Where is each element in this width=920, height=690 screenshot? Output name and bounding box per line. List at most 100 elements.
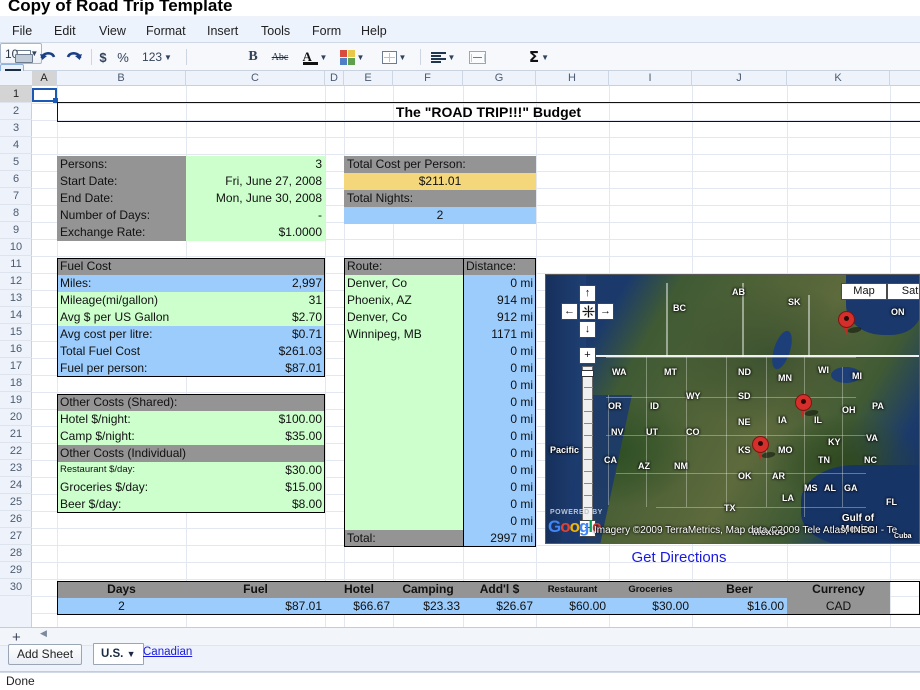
menu-format[interactable]: Format (140, 22, 192, 40)
map-zoom-track[interactable] (582, 366, 593, 521)
route-stop-14[interactable] (344, 513, 463, 530)
borders-button[interactable]: ▼ (378, 47, 410, 67)
route-distance-5[interactable]: 0 mi (463, 360, 536, 377)
currency-format-button[interactable]: $ (96, 47, 110, 67)
individual-cost-label-1[interactable]: Groceries $/day: (57, 479, 186, 496)
map-type-sat-button[interactable]: Sat (887, 283, 919, 300)
menu-edit[interactable]: Edit (48, 22, 82, 40)
totals-value-7[interactable]: $16.00 (692, 598, 787, 615)
cell-c6-value[interactable]: Mon, June 30, 2008 (186, 190, 325, 207)
row-header-20[interactable]: 20 (0, 409, 32, 426)
other-shared-header-spacer[interactable] (186, 394, 325, 411)
fuel-label-2[interactable]: Avg $ per US Gallon (57, 309, 186, 326)
route-stop-6[interactable] (344, 377, 463, 394)
row-header-3[interactable]: 3 (0, 120, 32, 137)
route-distance-8[interactable]: 0 mi (463, 411, 536, 428)
route-distance-11[interactable]: 0 mi (463, 462, 536, 479)
shared-cost-value-1[interactable]: $35.00 (186, 428, 325, 445)
totals-header-1[interactable]: Fuel (186, 581, 325, 598)
route-stop-8[interactable] (344, 411, 463, 428)
row-header-2[interactable]: 2 (0, 103, 32, 120)
shared-cost-label-0[interactable]: Hotel $/night: (57, 411, 186, 428)
route-total-value[interactable]: 2997 mi (463, 530, 536, 547)
individual-cost-value-0[interactable]: $30.00 (186, 462, 325, 479)
route-distance-9[interactable]: 0 mi (463, 428, 536, 445)
route-stop-3[interactable]: Winnipeg, MB (344, 326, 463, 343)
route-stop-2[interactable]: Denver, Co (344, 309, 463, 326)
column-header-H[interactable]: H (536, 71, 609, 86)
other-individual-header-spacer[interactable] (186, 445, 325, 462)
fuel-value-3[interactable]: $0.71 (186, 326, 325, 343)
total-nights-value[interactable]: 2 (344, 207, 536, 224)
map-pan-down-button[interactable]: ↓ (579, 321, 596, 338)
route-stop-13[interactable] (344, 496, 463, 513)
route-stop-4[interactable] (344, 343, 463, 360)
individual-cost-label-0[interactable]: Restaurant $/day: (57, 462, 186, 479)
route-distance-7[interactable]: 0 mi (463, 394, 536, 411)
route-stop-10[interactable] (344, 445, 463, 462)
map-marker-denver[interactable] (795, 394, 821, 420)
active-cell-a1[interactable] (32, 88, 58, 103)
cost-per-person-value[interactable]: $211.01 (344, 173, 536, 190)
fuel-label-1[interactable]: Mileage(mi/gallon) (57, 292, 186, 309)
row-header-18[interactable]: 18 (0, 375, 32, 392)
cell-c8-value[interactable]: $1.0000 (186, 224, 325, 241)
totals-header-4[interactable]: Add'l $ (463, 581, 536, 598)
fuel-label-5[interactable]: Fuel per person: (57, 360, 186, 377)
row-header-30[interactable]: 30 (0, 579, 32, 596)
route-stop-11[interactable] (344, 462, 463, 479)
totals-header-2[interactable]: Hotel (325, 581, 393, 598)
menu-view[interactable]: View (93, 22, 132, 40)
cell-c4-value[interactable]: 3 (186, 156, 325, 173)
column-header-I[interactable]: I (609, 71, 692, 86)
map-marker-winnipeg[interactable] (838, 311, 864, 337)
row-header-7[interactable]: 7 (0, 188, 32, 205)
row-header-25[interactable]: 25 (0, 494, 32, 511)
row-header-15[interactable]: 15 (0, 324, 32, 341)
totals-value-4[interactable]: $26.67 (463, 598, 536, 615)
row-header-1[interactable]: 1 (0, 86, 32, 103)
column-header-G[interactable]: G (463, 71, 536, 86)
sheet-tab-canadian[interactable]: Canadian (143, 646, 192, 658)
fuel-label-3[interactable]: Avg cost per litre: (57, 326, 186, 343)
row-header-17[interactable]: 17 (0, 358, 32, 375)
row-header-29[interactable]: 29 (0, 562, 32, 579)
route-distance-10[interactable]: 0 mi (463, 445, 536, 462)
route-distance-6[interactable]: 0 mi (463, 377, 536, 394)
row-header-13[interactable]: 13 (0, 290, 32, 307)
row-header-4[interactable]: 4 (0, 137, 32, 154)
totals-value-6[interactable]: $30.00 (609, 598, 692, 615)
route-distance-4[interactable]: 0 mi (463, 343, 536, 360)
cell-b4-label[interactable]: Persons: (57, 156, 186, 173)
fuel-value-1[interactable]: 31 (186, 292, 325, 309)
fuel-label-4[interactable]: Total Fuel Cost (57, 343, 186, 360)
route-distance-12[interactable]: 0 mi (463, 479, 536, 496)
menu-tools[interactable]: Tools (255, 22, 296, 40)
column-header-A[interactable]: A (32, 71, 57, 86)
totals-value-1[interactable]: $87.01 (186, 598, 325, 615)
individual-cost-value-2[interactable]: $8.00 (186, 496, 325, 513)
row-header-5[interactable]: 5 (0, 154, 32, 171)
route-distance-1[interactable]: 914 mi (463, 292, 536, 309)
individual-cost-value-1[interactable]: $15.00 (186, 479, 325, 496)
fill-color-button[interactable]: ▼ (337, 47, 367, 67)
percent-format-button[interactable]: % (116, 47, 130, 67)
number-format-button[interactable]: 123 ▼ (140, 47, 174, 67)
route-distance-0[interactable]: 0 mi (463, 275, 536, 292)
totals-header-3[interactable]: Camping (393, 581, 463, 598)
route-stop-9[interactable] (344, 428, 463, 445)
totals-header-6[interactable]: Groceries (609, 581, 692, 598)
totals-header-5[interactable]: Restaurant (536, 581, 609, 598)
row-header-23[interactable]: 23 (0, 460, 32, 477)
route-distance-2[interactable]: 912 mi (463, 309, 536, 326)
map-type-map-button[interactable]: Map (841, 283, 887, 300)
menu-help[interactable]: Help (355, 22, 393, 40)
merge-cells-button[interactable] (466, 47, 488, 67)
sum-button[interactable]: Σ ▼ (524, 47, 554, 67)
fuel-value-4[interactable]: $261.03 (186, 343, 325, 360)
add-sheet-button[interactable]: Add Sheet (8, 644, 83, 665)
route-distance-3[interactable]: 1171 mi (463, 326, 536, 343)
route-stop-12[interactable] (344, 479, 463, 496)
row-header-12[interactable]: 12 (0, 273, 32, 290)
row-header-24[interactable]: 24 (0, 477, 32, 494)
